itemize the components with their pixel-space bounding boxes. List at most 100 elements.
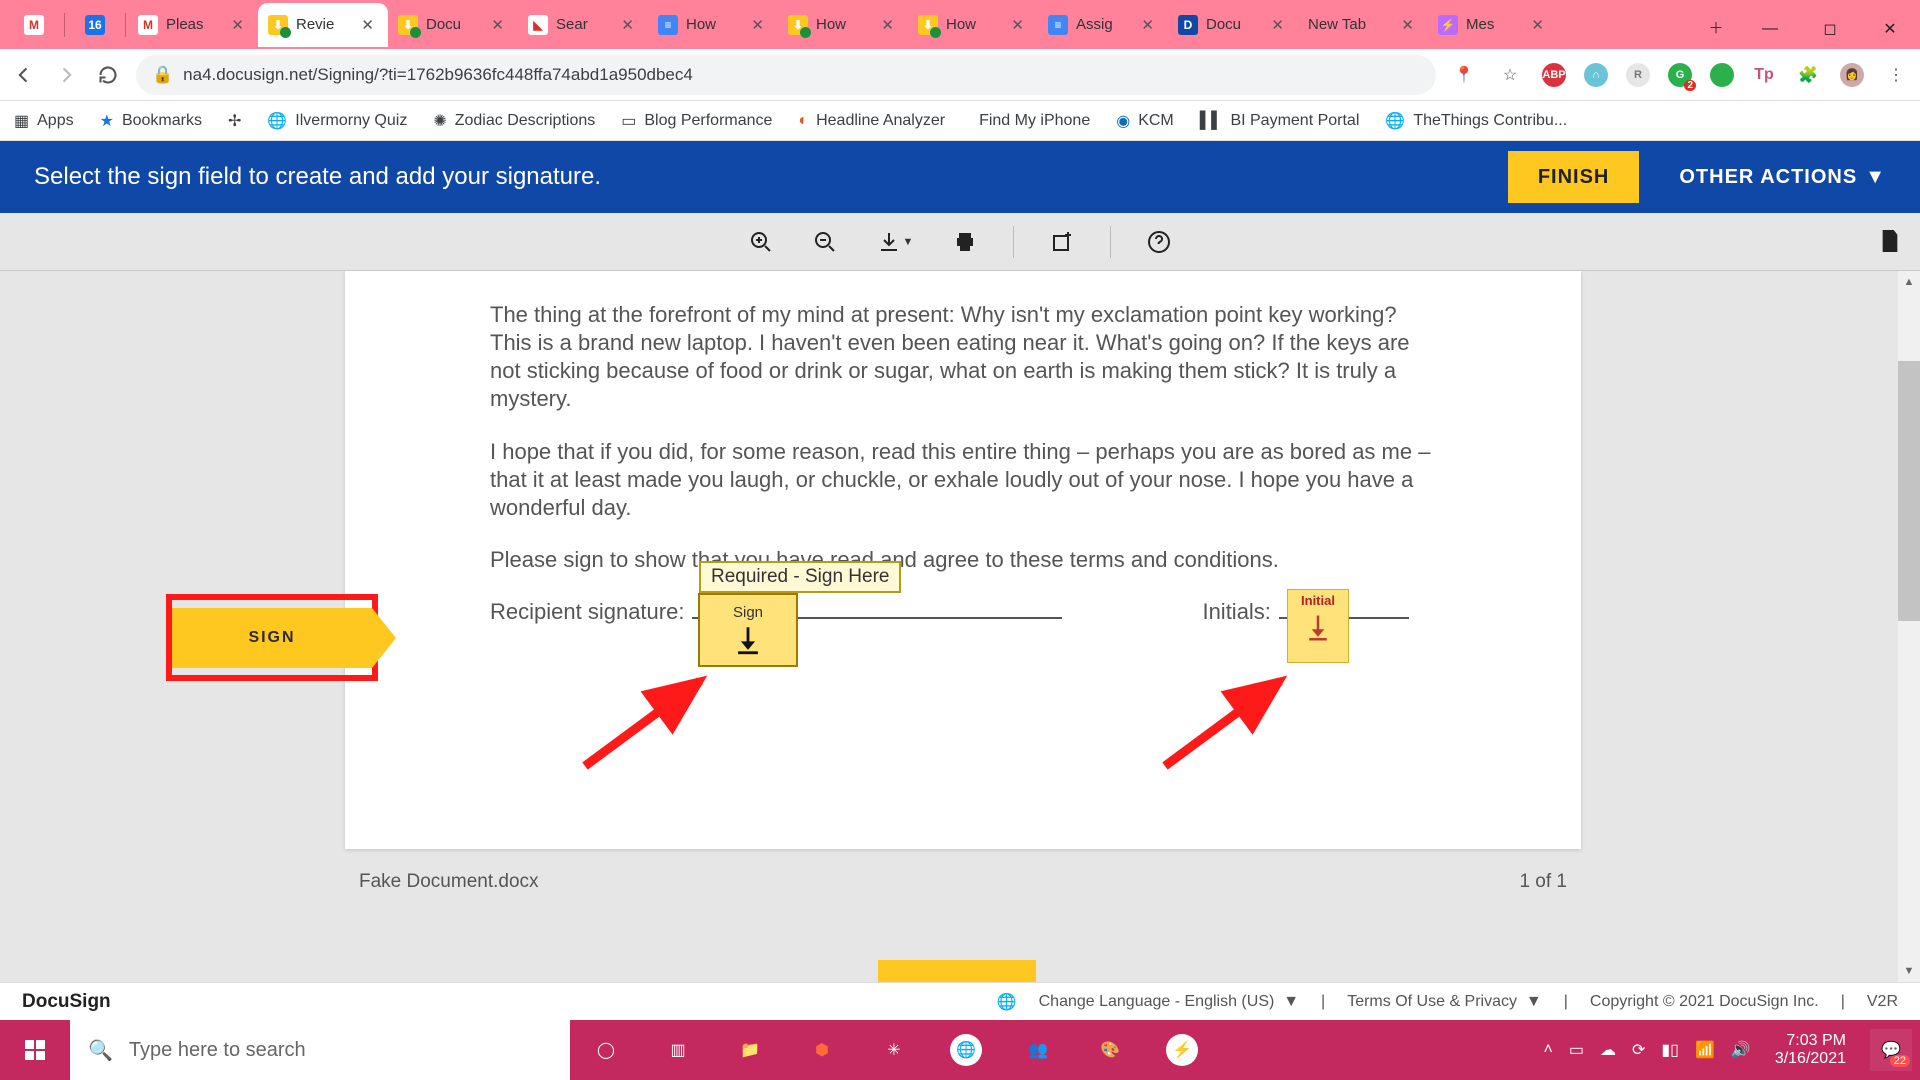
location-icon[interactable]: 📍 xyxy=(1450,61,1478,89)
scroll-up-button[interactable]: ▲ xyxy=(1898,271,1920,293)
profile-avatar[interactable]: 👩 xyxy=(1840,63,1864,87)
adblock-icon[interactable]: ABP xyxy=(1542,63,1566,87)
bookmark-ilvermorny[interactable]: 🌐Ilvermorny Quiz xyxy=(267,111,407,131)
bookmark-zodiac[interactable]: ✺Zodiac Descriptions xyxy=(433,111,595,131)
close-tab-icon[interactable]: ✕ xyxy=(747,14,768,36)
browser-tab[interactable]: 16 xyxy=(67,3,123,47)
browser-tab[interactable]: ⬇Revie✕ xyxy=(258,3,388,47)
browser-tab[interactable]: M xyxy=(6,3,62,47)
annotation-arrow-icon xyxy=(1160,671,1300,771)
close-tab-icon[interactable]: ✕ xyxy=(617,14,638,36)
close-tab-icon[interactable]: ✕ xyxy=(1007,14,1028,36)
print-button[interactable] xyxy=(949,226,981,258)
zoom-in-button[interactable] xyxy=(745,226,777,258)
close-tab-icon[interactable]: ✕ xyxy=(1397,14,1418,36)
change-language-link[interactable]: Change Language - English (US) ▼ xyxy=(1039,993,1299,1011)
browser-tab[interactable]: ≡How✕ xyxy=(648,3,778,47)
new-tab-button[interactable]: ＋ xyxy=(1692,5,1740,49)
browser-tab[interactable]: ⬇Docu✕ xyxy=(388,3,518,47)
document-name: Fake Document.docx xyxy=(359,871,539,893)
sign-here-field[interactable]: Sign xyxy=(698,593,798,667)
sign-field-label: Sign xyxy=(733,604,763,621)
back-button[interactable] xyxy=(10,61,38,89)
minimize-button[interactable]: ― xyxy=(1740,9,1800,49)
close-tab-icon[interactable]: ✕ xyxy=(357,14,378,36)
taskbar-search[interactable]: 🔍 Type here to search xyxy=(70,1020,570,1080)
action-center-icon[interactable]: 💬22 xyxy=(1870,1029,1912,1071)
chrome-icon[interactable]: 🌐 xyxy=(930,1020,1002,1080)
ext-icon-1[interactable]: ∩ xyxy=(1584,63,1608,87)
bookmark-kcm[interactable]: ◉KCM xyxy=(1116,111,1174,131)
taskbar-clock[interactable]: 7:03 PM 3/16/2021 xyxy=(1767,1032,1854,1069)
bookmarks-bar: ▦Apps ★Bookmarks ✢ 🌐Ilvermorny Quiz ✺Zod… xyxy=(0,101,1920,141)
bookmark-thethings[interactable]: 🌐TheThings Contribu... xyxy=(1385,111,1567,131)
finish-button[interactable]: FINISH xyxy=(1508,151,1640,203)
tray-overflow-icon[interactable]: ˄ xyxy=(1543,1041,1552,1059)
ext-icon-2[interactable]: R xyxy=(1626,63,1650,87)
next-document-peek[interactable] xyxy=(878,960,1036,982)
extensions-button[interactable]: 🧩 xyxy=(1794,61,1822,89)
terms-link[interactable]: Terms Of Use & Privacy ▼ xyxy=(1347,993,1542,1011)
volume-icon[interactable]: 🔊 xyxy=(1731,1040,1751,1060)
bookmark-photos[interactable]: ✢ xyxy=(228,111,241,131)
file-explorer-icon[interactable]: 📁 xyxy=(714,1020,786,1080)
close-tab-icon[interactable]: ✕ xyxy=(877,14,898,36)
start-button[interactable] xyxy=(0,1020,70,1080)
browser-tab[interactable]: DDocu✕ xyxy=(1168,3,1298,47)
scrollbar-thumb[interactable] xyxy=(1898,361,1920,621)
initial-here-field[interactable]: Initial xyxy=(1287,589,1349,663)
cortana-icon[interactable]: ◯ xyxy=(570,1020,642,1080)
slack-icon[interactable]: ✳ xyxy=(858,1020,930,1080)
documents-panel-button[interactable] xyxy=(1874,225,1906,257)
zoom-out-button[interactable] xyxy=(809,226,841,258)
bookmark-bi[interactable]: ▌▌BI Payment Portal xyxy=(1200,112,1360,130)
browser-tab[interactable]: ⚡Mes✕ xyxy=(1428,3,1558,47)
onedrive-icon[interactable]: ☁ xyxy=(1600,1040,1616,1060)
update-icon[interactable]: ⟳ xyxy=(1632,1040,1645,1060)
apps-shortcut[interactable]: ▦Apps xyxy=(14,111,74,131)
bookmark-iphone[interactable]: Find My iPhone xyxy=(971,112,1090,130)
browser-tab[interactable]: ⬇How✕ xyxy=(778,3,908,47)
download-button[interactable]: ▼ xyxy=(873,226,917,258)
forward-button[interactable] xyxy=(52,61,80,89)
browser-tab[interactable]: MPleas✕ xyxy=(128,3,258,47)
bookmark-bookmarks[interactable]: ★Bookmarks xyxy=(100,111,202,131)
ext-icon-3[interactable] xyxy=(1710,63,1734,87)
messenger-icon[interactable]: ⚡ xyxy=(1146,1020,1218,1080)
browser-tab[interactable]: ≡Assig✕ xyxy=(1038,3,1168,47)
close-tab-icon[interactable]: ✕ xyxy=(1267,14,1288,36)
reload-button[interactable] xyxy=(94,61,122,89)
bookmark-blog[interactable]: ▭Blog Performance xyxy=(621,111,772,131)
browser-tab[interactable]: ⬇How✕ xyxy=(908,3,1038,47)
battery-icon[interactable]: ▮▯ xyxy=(1661,1040,1679,1060)
scroll-down-button[interactable]: ▼ xyxy=(1898,960,1920,982)
annotation-arrow-icon xyxy=(580,671,720,771)
sign-navigator[interactable]: SIGN xyxy=(166,594,378,681)
close-tab-icon[interactable]: ✕ xyxy=(1137,14,1158,36)
close-tab-icon[interactable]: ✕ xyxy=(487,14,508,36)
bookmark-star-icon[interactable]: ☆ xyxy=(1496,61,1524,89)
browser-tab[interactable]: ◣Sear✕ xyxy=(518,3,648,47)
help-button[interactable] xyxy=(1143,226,1175,258)
omnibox[interactable]: 🔒 na4.docusign.net/Signing/?ti=1762b9636… xyxy=(136,55,1436,95)
ext-icon-tp[interactable]: Tp xyxy=(1752,63,1776,87)
grammarly-icon[interactable]: G2 xyxy=(1668,63,1692,87)
close-tab-icon[interactable]: ✕ xyxy=(1527,14,1548,36)
browser-tab[interactable]: New Tab✕ xyxy=(1298,3,1428,47)
assign-button[interactable] xyxy=(1046,226,1078,258)
task-view-icon[interactable]: ▥ xyxy=(642,1020,714,1080)
office-icon[interactable]: ⬢ xyxy=(786,1020,858,1080)
other-actions-button[interactable]: OTHER ACTIONS▼ xyxy=(1679,166,1886,189)
bookmark-headline[interactable]: ◐Headline Analyzer xyxy=(798,112,945,130)
docusign-action-banner: Select the sign field to create and add … xyxy=(0,141,1920,213)
close-tab-icon[interactable]: ✕ xyxy=(227,14,248,36)
teams-icon[interactable]: 👥 xyxy=(1002,1020,1074,1080)
document-page: The thing at the forefront of my mind at… xyxy=(345,271,1581,849)
paint-icon[interactable]: 🎨 xyxy=(1074,1020,1146,1080)
maximize-button[interactable]: ◻ xyxy=(1800,9,1860,49)
chrome-menu-button[interactable]: ⋮ xyxy=(1882,61,1910,89)
wifi-icon[interactable]: 📶 xyxy=(1695,1040,1715,1060)
close-window-button[interactable]: ✕ xyxy=(1860,9,1920,49)
meet-now-icon[interactable]: ▭ xyxy=(1569,1040,1584,1060)
globe-icon: 🌐 xyxy=(1385,111,1405,131)
